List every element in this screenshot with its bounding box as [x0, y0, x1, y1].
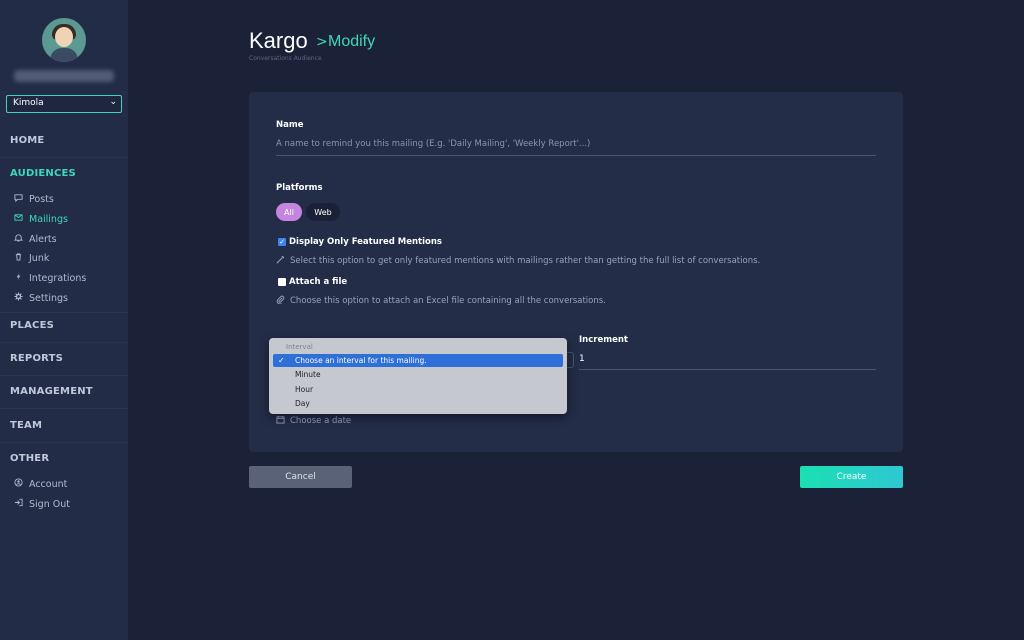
mail-icon: [12, 213, 24, 225]
attach-hint: Choose this option to attach an Excel fi…: [276, 295, 606, 306]
interval-dropdown-menu: Interval ✓ Choose an interval for this m…: [269, 338, 567, 414]
nav-other[interactable]: OTHER: [10, 453, 49, 464]
sidebar-item-alerts[interactable]: Alerts: [12, 233, 57, 245]
trash-icon: [12, 252, 24, 264]
sidebar-item-settings[interactable]: Settings: [12, 292, 68, 304]
avatar-face: [55, 27, 73, 47]
platforms-label: Platforms: [276, 183, 323, 193]
nav-divider: [0, 375, 128, 376]
sidebar-item-label: Mailings: [29, 213, 68, 225]
date-placeholder: Choose a date: [290, 416, 352, 426]
sidebar: Kimola ⌄ HOME AUDIENCES Posts Mailings A…: [0, 0, 128, 640]
nav-divider: [0, 442, 128, 443]
account-select[interactable]: Kimola ⌄: [6, 95, 122, 113]
nav-audiences[interactable]: AUDIENCES: [10, 168, 76, 179]
nav-divider: [0, 408, 128, 409]
platform-all-pill[interactable]: All: [276, 203, 302, 221]
nav-management[interactable]: MANAGEMENT: [10, 386, 93, 397]
nav-divider: [0, 312, 128, 313]
platform-web-pill[interactable]: Web: [306, 203, 340, 221]
user-name-blurred: [14, 70, 114, 82]
featured-label: Display Only Featured Mentions: [289, 237, 442, 247]
nav-reports[interactable]: REPORTS: [10, 353, 63, 364]
sidebar-item-label: Junk: [29, 252, 50, 264]
attach-checkbox[interactable]: [278, 278, 286, 286]
sidebar-item-junk[interactable]: Junk: [12, 252, 49, 264]
sidebar-item-label: Account: [29, 478, 68, 490]
avatar[interactable]: [42, 18, 86, 62]
paperclip-icon: [276, 295, 285, 306]
wand-icon: [276, 255, 285, 266]
dropdown-option[interactable]: Day: [273, 397, 563, 410]
page-title: Kargo: [249, 28, 308, 53]
comment-icon: [12, 193, 24, 205]
bell-icon: [12, 233, 24, 245]
calendar-icon: [276, 415, 285, 427]
sidebar-item-label: Sign Out: [29, 498, 70, 510]
date-field[interactable]: Choose a date: [276, 415, 351, 427]
nav-home[interactable]: HOME: [10, 135, 44, 146]
name-label: Name: [276, 120, 304, 130]
sign-out-icon: [12, 498, 24, 510]
bolt-icon: [12, 272, 24, 284]
dropdown-option[interactable]: ✓ Choose an interval for this mailing.: [273, 354, 563, 367]
sidebar-item-posts[interactable]: Posts: [12, 193, 54, 205]
dropdown-option[interactable]: Minute: [273, 368, 563, 381]
nav-team[interactable]: TEAM: [10, 420, 42, 431]
avatar-body: [50, 48, 78, 62]
account-select-value: Kimola: [13, 98, 44, 108]
sidebar-item-label: Posts: [29, 193, 54, 205]
featured-hint-text: Select this option to get only featured …: [290, 255, 761, 266]
chevron-down-icon: ⌄: [109, 97, 117, 107]
dropdown-group-label: Interval: [286, 343, 313, 351]
sidebar-item-label: Integrations: [29, 272, 87, 284]
nav-divider: [0, 157, 128, 158]
featured-checkbox[interactable]: ✓: [278, 238, 286, 246]
increment-input[interactable]: 1: [579, 352, 876, 370]
dropdown-option[interactable]: Hour: [273, 383, 563, 396]
sidebar-item-account[interactable]: Account: [12, 478, 67, 490]
interval-select[interactable]: [566, 352, 574, 368]
sidebar-item-sign-out[interactable]: Sign Out: [12, 498, 70, 510]
gear-icon: [12, 292, 24, 304]
sidebar-item-integrations[interactable]: Integrations: [12, 272, 86, 284]
sidebar-item-label: Alerts: [29, 233, 57, 245]
name-input[interactable]: A name to remind you this mailing (E.g. …: [276, 136, 876, 156]
sidebar-item-mailings[interactable]: Mailings: [12, 213, 68, 225]
nav-places[interactable]: PLACES: [10, 320, 54, 331]
page-section: Modify: [328, 33, 376, 50]
increment-label: Increment: [579, 335, 628, 345]
sidebar-item-label: Settings: [29, 292, 68, 304]
checkmark-icon: ✓: [278, 356, 285, 365]
breadcrumb-separator: >: [316, 34, 328, 50]
cancel-button[interactable]: Cancel: [249, 466, 352, 488]
featured-hint: Select this option to get only featured …: [276, 255, 760, 266]
nav-divider: [0, 342, 128, 343]
page-subtitle: Conversations Audience: [249, 55, 322, 62]
dropdown-option-label: Choose an interval for this mailing.: [295, 356, 427, 365]
attach-label: Attach a file: [289, 277, 348, 287]
attach-hint-text: Choose this option to attach an Excel fi…: [290, 295, 606, 306]
user-circle-icon: [12, 478, 24, 490]
create-button[interactable]: Create: [800, 466, 903, 488]
